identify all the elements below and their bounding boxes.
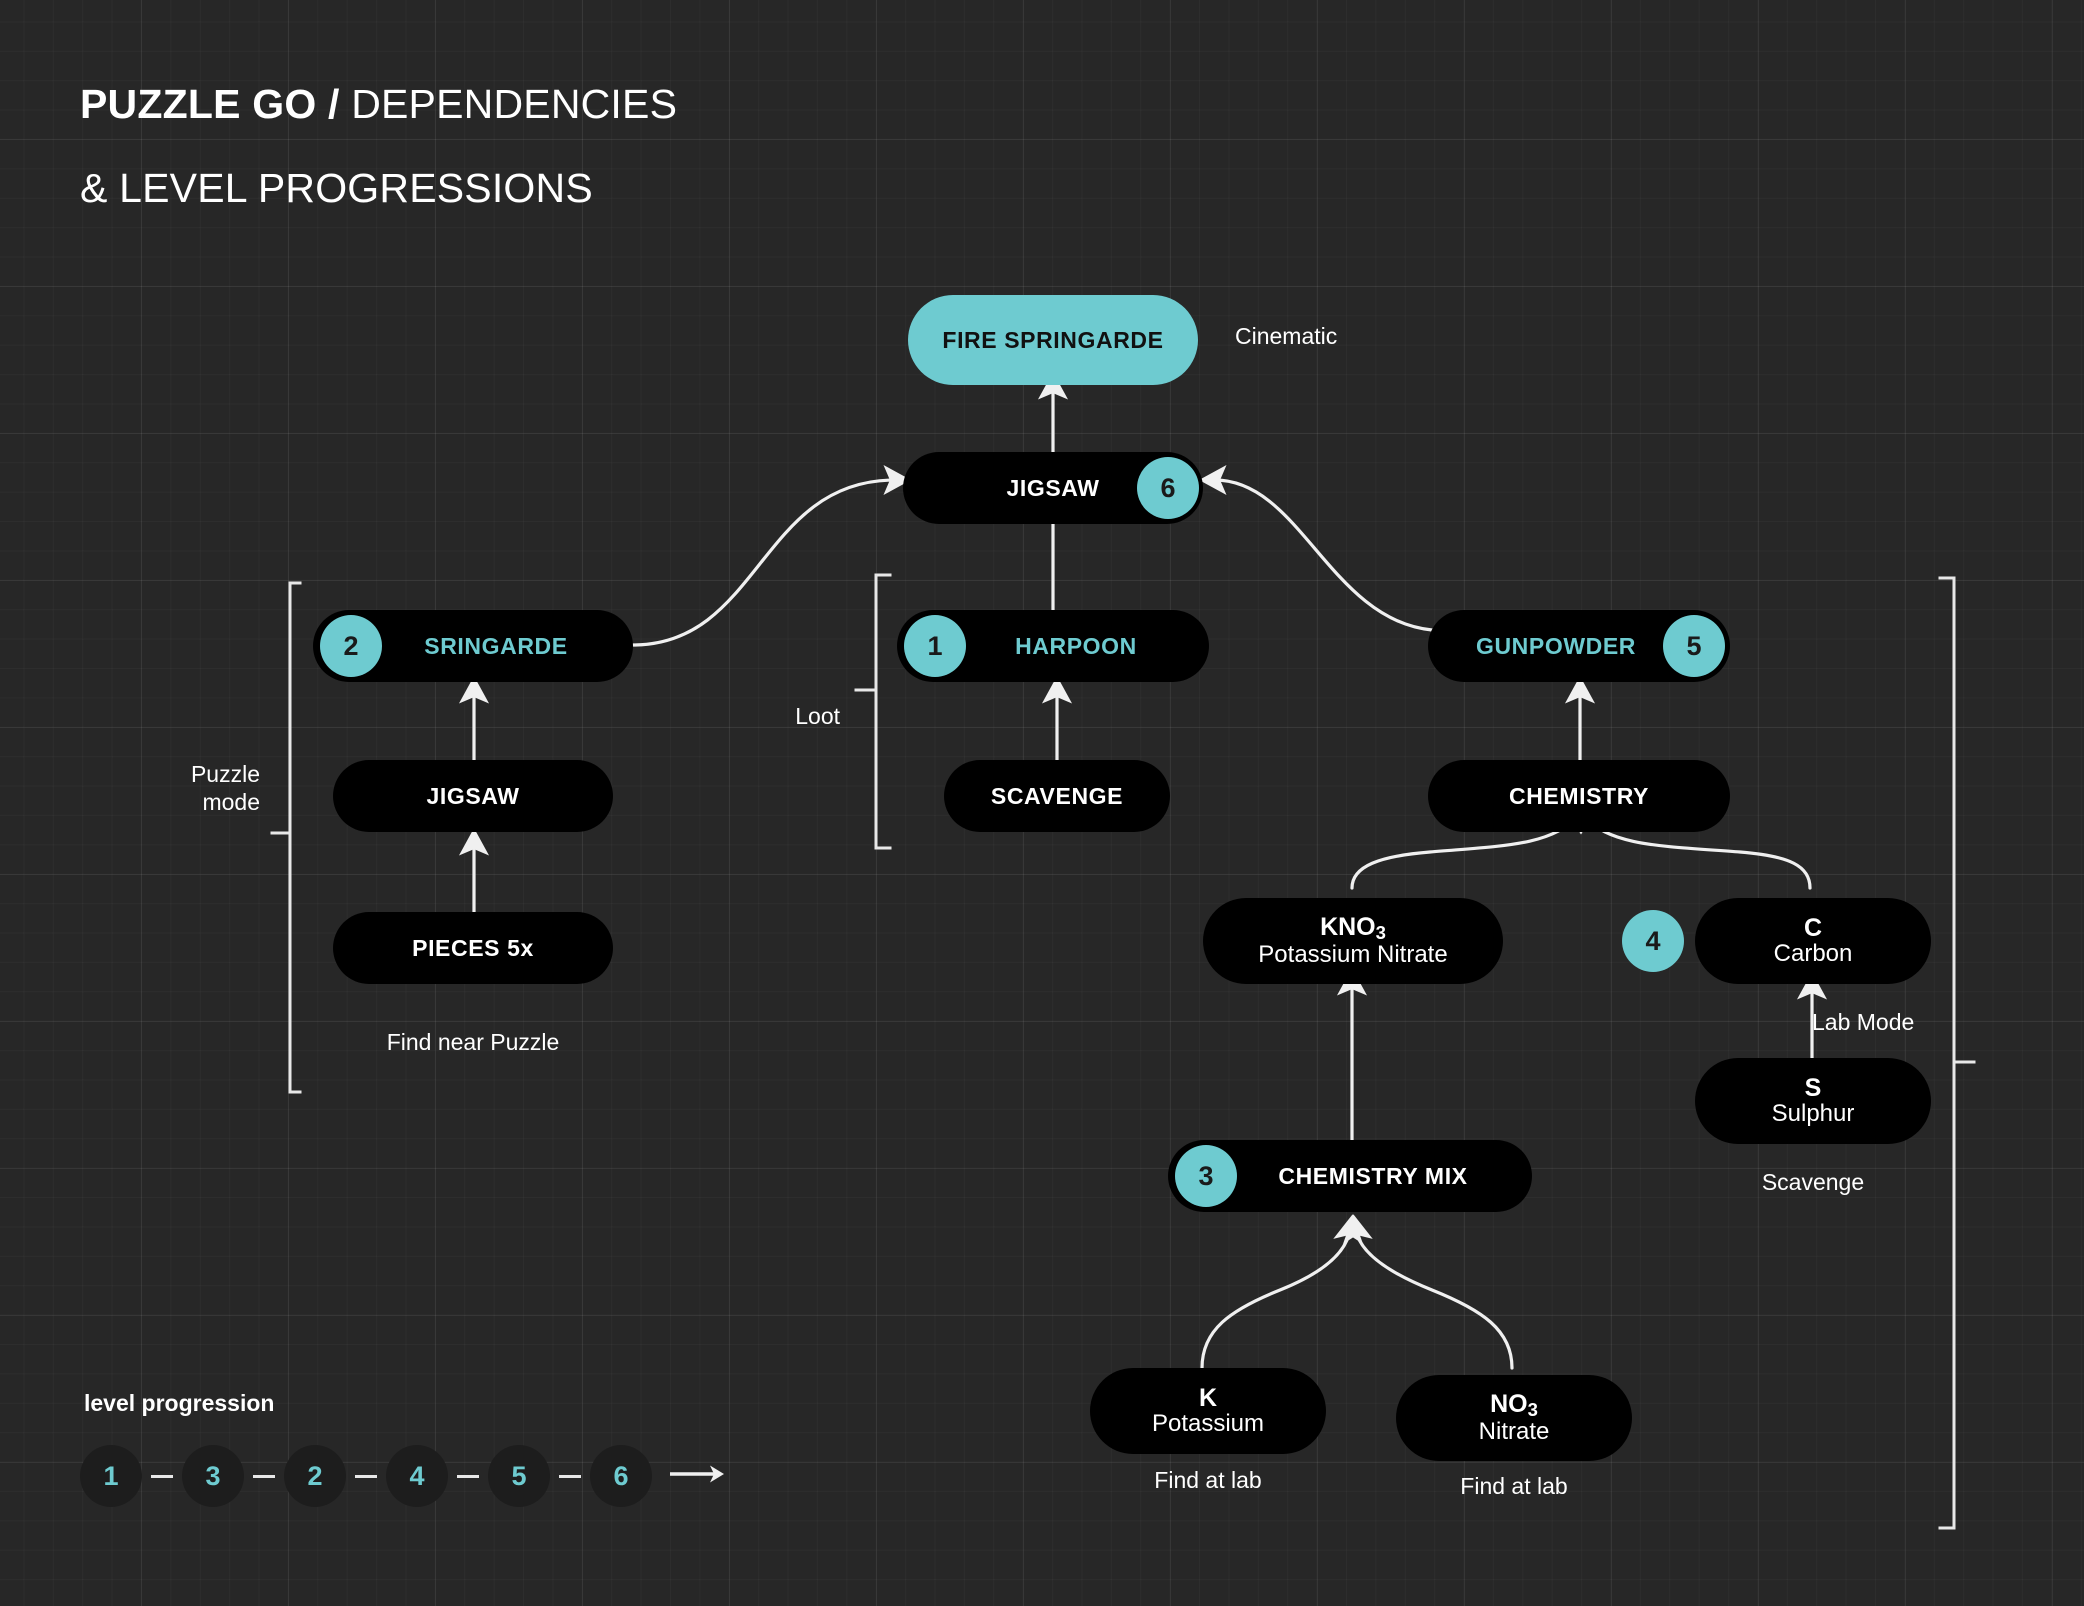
legend-step-value: 3	[205, 1460, 221, 1491]
badge-value: 6	[1160, 472, 1176, 503]
node-jigsaw-left[interactable]: JIGSAW	[333, 760, 613, 832]
legend-connector	[559, 1474, 581, 1478]
node-kno3[interactable]: KNO3 Potassium Nitrate	[1203, 898, 1503, 984]
legend-step[interactable]: 3	[182, 1445, 244, 1507]
node-fire-springarde[interactable]: FIRE SPRINGARDE	[908, 295, 1198, 385]
node-label: SRINGARDE	[424, 632, 568, 659]
annotation-find-near-puzzle: Find near Puzzle	[386, 1029, 560, 1055]
node-label: PIECES 5x	[412, 934, 534, 961]
node-sublabel: Nitrate	[1478, 1418, 1550, 1446]
annotation-find-at-lab-no3: Find at lab	[1460, 1473, 1568, 1499]
badge-jigsaw-top[interactable]: 6	[1137, 457, 1199, 519]
node-label: CHEMISTRY MIX	[1278, 1162, 1468, 1189]
node-sulphur[interactable]: S Sulphur	[1695, 1058, 1931, 1144]
node-symbol-subscript: 3	[1375, 921, 1386, 943]
node-label: JIGSAW	[426, 782, 520, 809]
badge-harpoon[interactable]: 1	[904, 615, 966, 677]
node-sublabel: Sulphur	[1771, 1100, 1855, 1128]
legend-step[interactable]: 4	[386, 1445, 448, 1507]
legend-progression: 1 3 2 4 5 6	[80, 1445, 726, 1507]
node-label: FIRE SPRINGARDE	[942, 326, 1164, 353]
node-symbol: KNO3	[1320, 912, 1386, 943]
badge-gunpowder[interactable]: 5	[1663, 615, 1725, 677]
legend-step-value: 2	[307, 1460, 323, 1491]
legend-connector	[253, 1474, 275, 1478]
node-scavenge[interactable]: SCAVENGE	[944, 760, 1170, 832]
annotation-find-at-lab-k: Find at lab	[1154, 1467, 1262, 1493]
node-symbol: S	[1804, 1074, 1822, 1103]
node-symbol: NO3	[1490, 1389, 1538, 1420]
node-sublabel: Potassium Nitrate	[1258, 941, 1448, 969]
node-label: SCAVENGE	[990, 782, 1124, 809]
legend-connector	[355, 1474, 377, 1478]
annotation-lab-mode: Lab Mode	[1812, 1009, 1915, 1035]
legend-step[interactable]: 6	[590, 1445, 652, 1507]
node-symbol-subscript: 3	[1527, 1398, 1538, 1420]
node-label: JIGSAW	[1006, 474, 1100, 501]
badge-carbon[interactable]: 4	[1622, 910, 1684, 972]
node-pieces[interactable]: PIECES 5x	[333, 912, 613, 984]
node-carbon[interactable]: C Carbon	[1695, 898, 1931, 984]
legend-step-value: 1	[103, 1460, 119, 1491]
legend-connector	[151, 1474, 173, 1478]
legend-connector	[457, 1474, 479, 1478]
title-separator: /	[316, 81, 352, 127]
node-label: CHEMISTRY	[1509, 782, 1649, 809]
title-brand: PUZZLE GO	[80, 81, 317, 127]
legend-title: level progression	[84, 1390, 275, 1416]
node-sublabel: Potassium	[1151, 1410, 1265, 1438]
annotation-loot: Loot	[795, 703, 840, 729]
node-nitrate[interactable]: NO3 Nitrate	[1396, 1375, 1632, 1461]
legend-step-value: 6	[613, 1460, 629, 1491]
badge-value: 5	[1686, 630, 1702, 661]
node-chemistry[interactable]: CHEMISTRY	[1428, 760, 1730, 832]
title-line2: & LEVEL PROGRESSIONS	[80, 165, 593, 211]
node-label: HARPOON	[1015, 632, 1137, 659]
annotation-scavenge-note: Scavenge	[1761, 1169, 1865, 1195]
legend-step-value: 5	[511, 1460, 527, 1491]
node-symbol: K	[1198, 1384, 1218, 1413]
badge-value: 3	[1198, 1160, 1214, 1191]
legend-step[interactable]: 5	[488, 1445, 550, 1507]
badge-value: 1	[927, 630, 943, 661]
legend-step[interactable]: 1	[80, 1445, 142, 1507]
node-sublabel: Carbon	[1773, 940, 1853, 968]
node-potassium[interactable]: K Potassium	[1090, 1368, 1326, 1454]
badge-chemistry-mix[interactable]: 3	[1175, 1145, 1237, 1207]
arrow-right-icon	[670, 1461, 726, 1492]
badge-sringarde[interactable]: 2	[320, 615, 382, 677]
legend-step-value: 4	[409, 1460, 425, 1491]
page-title: PUZZLE GO / DEPENDENCIES & LEVEL PROGRES…	[80, 62, 677, 230]
badge-value: 4	[1645, 925, 1661, 956]
node-symbol: C	[1803, 914, 1823, 943]
annotation-puzzle-mode: Puzzle mode	[190, 761, 260, 816]
title-part1: DEPENDENCIES	[351, 81, 678, 127]
badge-value: 2	[343, 630, 359, 661]
annotation-cinematic: Cinematic	[1235, 323, 1338, 349]
node-label: GUNPOWDER	[1475, 632, 1636, 659]
legend-step[interactable]: 2	[284, 1445, 346, 1507]
